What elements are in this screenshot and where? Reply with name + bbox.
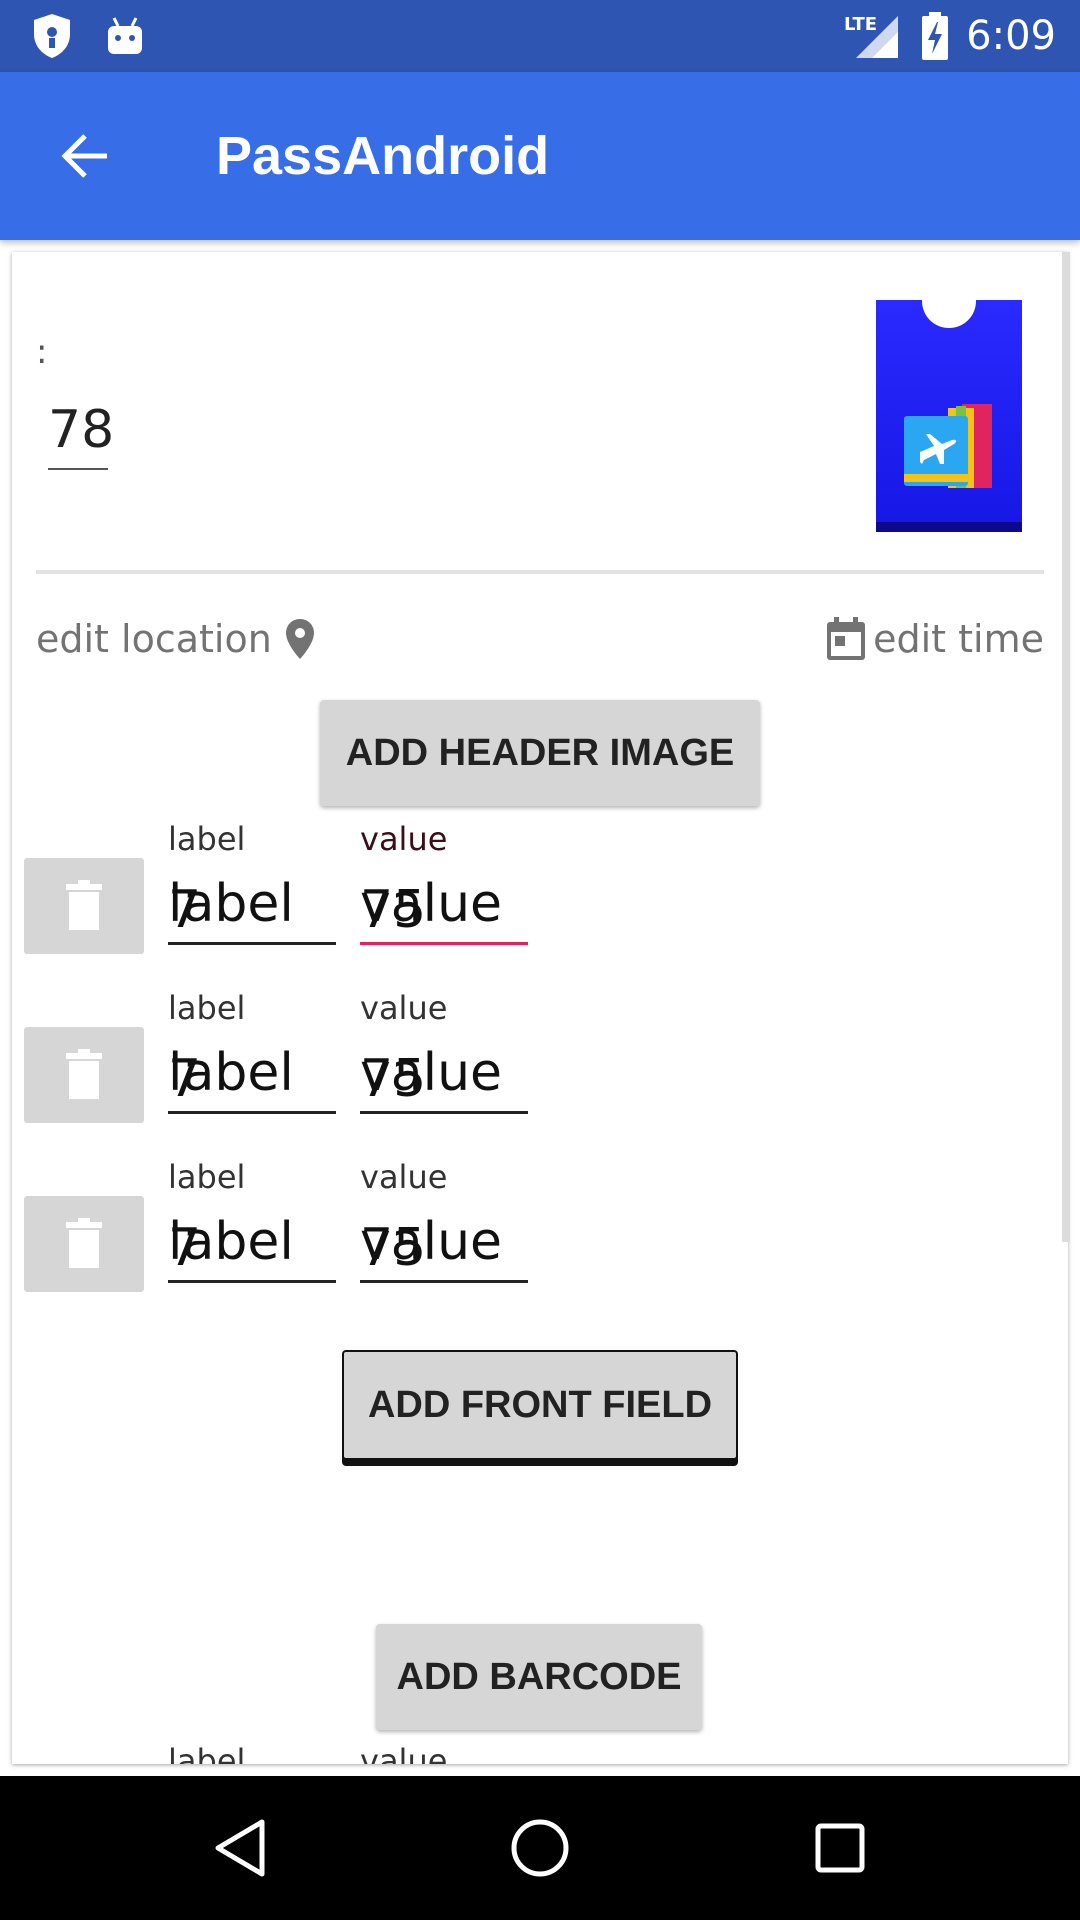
nav-back-button[interactable] (200, 1808, 280, 1888)
add-header-image-button[interactable]: ADD HEADER IMAGE (320, 700, 760, 806)
field-label-overlay: 7 (168, 880, 202, 940)
app-bar: PassAndroid (0, 72, 1080, 240)
field-value-overlay: 75 (360, 1049, 427, 1109)
triangle-back-icon (215, 1819, 265, 1877)
field-label-overlay: 7 (168, 1049, 202, 1109)
trash-icon (66, 880, 102, 930)
delete-field-button[interactable] (24, 1196, 144, 1292)
field-label-caption: label (168, 820, 246, 858)
pass-thumbnail[interactable] (876, 274, 1022, 532)
front-field-row: label label 7 value value 75 (12, 989, 1068, 1163)
cut-off-value-caption: value (360, 1742, 448, 1764)
trash-icon (66, 1049, 102, 1099)
edit-location-button[interactable]: edit location (36, 604, 316, 674)
field-label-caption: label (168, 989, 246, 1027)
edit-time-label: edit time (873, 617, 1044, 661)
pass-notch (922, 274, 976, 328)
field-value-input[interactable]: value 75 (360, 866, 528, 945)
field-value-overlay: 75 (360, 880, 427, 940)
field-label-input[interactable]: label 7 (168, 1035, 336, 1114)
status-time: 6:09 (966, 13, 1056, 59)
circle-home-icon (511, 1819, 569, 1877)
square-recents-icon (815, 1823, 865, 1873)
scrollbar[interactable] (1062, 252, 1070, 1242)
delete-field-button[interactable] (24, 858, 144, 954)
field-value-input[interactable]: value 75 (360, 1035, 528, 1114)
pass-editor-card: : 78 edit location edit time ADD HEADER … (12, 252, 1068, 1764)
field-value-overlay: 75 (360, 1218, 427, 1278)
android-icon (104, 12, 146, 60)
pass-logo-icon (904, 404, 992, 488)
location-pin-icon (285, 619, 314, 659)
add-barcode-button[interactable]: ADD BARCODE (376, 1624, 702, 1730)
field-label-caption: label (168, 1158, 246, 1196)
shield-icon (30, 12, 74, 60)
edit-time-button[interactable]: edit time (825, 604, 1044, 674)
front-field-row: label label 7 value value 75 (12, 820, 1068, 994)
nav-recents-button[interactable] (800, 1808, 880, 1888)
cut-off-label-caption: label (168, 1742, 246, 1764)
app-title: PassAndroid (216, 126, 550, 186)
trash-icon (66, 1218, 102, 1268)
edit-location-label: edit location (36, 617, 272, 661)
delete-field-button[interactable] (24, 1027, 144, 1123)
add-front-field-button[interactable]: ADD FRONT FIELD (342, 1350, 738, 1460)
status-bar: LTE 6:09 (0, 0, 1080, 72)
back-button[interactable] (40, 116, 130, 196)
battery-charging-icon (920, 12, 950, 60)
field-value-input[interactable]: value 75 (360, 1204, 528, 1283)
field-value-caption: value (360, 989, 448, 1027)
nav-home-button[interactable] (500, 1808, 580, 1888)
field-value-caption: value (360, 1158, 448, 1196)
divider (36, 570, 1044, 574)
signal-icon: LTE (842, 12, 900, 60)
field-value-caption: value (360, 820, 448, 858)
field-label-input[interactable]: label 7 (168, 1204, 336, 1283)
navigation-bar (0, 1776, 1080, 1920)
calendar-icon (827, 617, 866, 660)
description-input[interactable]: 78 (48, 392, 114, 470)
svg-text:LTE: LTE (844, 14, 877, 35)
field-label-input[interactable]: label 7 (168, 866, 336, 945)
field-label-overlay: 7 (168, 1218, 202, 1278)
front-field-row: label label 7 value value 75 (12, 1158, 1068, 1332)
arrow-back-icon (61, 134, 107, 178)
description-prefix: : (36, 332, 48, 372)
